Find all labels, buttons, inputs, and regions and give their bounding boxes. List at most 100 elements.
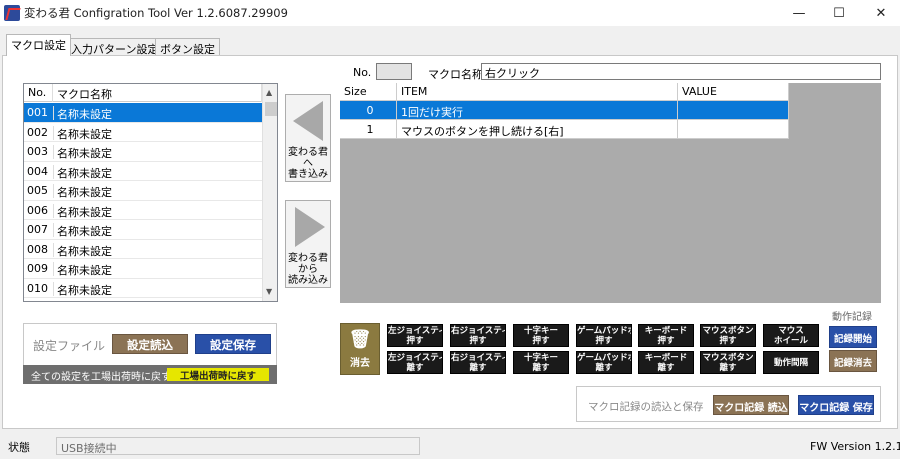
- list-item-no: 009: [27, 262, 48, 275]
- macro-no-field: [376, 63, 412, 80]
- header-no[interactable]: No.: [24, 84, 53, 102]
- action-button-line1: キーボード: [644, 353, 688, 363]
- action-button-line1: 動作間隔: [773, 358, 808, 368]
- save-settings-button[interactable]: 設定保存: [195, 334, 271, 354]
- action-button-line2: 離す: [532, 363, 550, 373]
- arrow-right-icon: [295, 207, 325, 247]
- list-item-name: 名称未設定: [53, 125, 112, 141]
- tab-button-settings[interactable]: ボタン設定: [155, 38, 220, 56]
- grid-header-item[interactable]: ITEM: [397, 83, 678, 101]
- write-label-3: 書き込み: [288, 169, 328, 180]
- action-button-row1-2[interactable]: 十字キー 押す: [513, 324, 569, 347]
- action-button-row1-1[interactable]: 右ジョイスティック押す: [450, 324, 506, 347]
- list-item[interactable]: 009 名称未設定: [24, 259, 262, 279]
- action-record-label: 動作記録: [832, 312, 872, 323]
- action-button-line1: 左ジョイスティック: [388, 353, 442, 363]
- action-button-row2-3[interactable]: ゲームパッドボタン離す: [576, 351, 632, 374]
- action-button-row2-0[interactable]: 左ジョイスティック離す: [387, 351, 443, 374]
- read-from-device-button[interactable]: 変わる君 から 読み込み: [285, 200, 331, 288]
- list-item-no: 008: [27, 242, 48, 256]
- factory-reset-button[interactable]: 工場出荷時に戻す: [167, 368, 269, 382]
- action-button-line1: 左ジョイスティック: [388, 326, 442, 336]
- action-button-row1-0[interactable]: 左ジョイスティック押す: [387, 324, 443, 347]
- action-button-line1: マウス: [778, 326, 804, 336]
- maximize-icon[interactable]: ☐: [816, 0, 862, 26]
- grid-row[interactable]: 1 マウスのボタンを押し続ける[右]: [340, 120, 789, 139]
- list-item[interactable]: 003 名称未設定: [24, 142, 262, 162]
- list-item-no: 005: [27, 184, 48, 197]
- clear-button[interactable]: 🗑 消去: [340, 323, 380, 375]
- action-button-row2-1[interactable]: 右ジョイスティック離す: [450, 351, 506, 374]
- list-scrollbar[interactable]: ▲ ▼: [262, 84, 277, 301]
- action-button-line1: 右ジョイスティック: [451, 326, 505, 336]
- arrow-left-icon: [293, 101, 323, 141]
- grid-row[interactable]: 0 1回だけ実行: [340, 101, 789, 120]
- save-macro-record-button[interactable]: マクロ記録 保存: [798, 395, 874, 415]
- grid-header-size[interactable]: Size: [340, 83, 397, 101]
- list-item[interactable]: 006 名称未設定: [24, 201, 262, 220]
- action-button-line1: 十字キー: [523, 353, 558, 363]
- load-settings-button[interactable]: 設定読込: [112, 334, 188, 354]
- grid-cell-item[interactable]: マウスのボタンを押し続ける[右]: [397, 120, 678, 139]
- action-button-row1-3[interactable]: ゲームパッドボタン押す: [576, 324, 632, 347]
- list-item[interactable]: 011名称未設定: [24, 298, 262, 302]
- action-button-line1: マウスボタン: [702, 326, 754, 336]
- list-item-no: 006: [27, 203, 48, 217]
- list-item[interactable]: 010 名称未設定: [24, 279, 262, 298]
- action-button-line1: キーボード: [644, 326, 688, 336]
- header-macro-name[interactable]: マクロ名称: [53, 84, 262, 102]
- action-button-row2-2[interactable]: 十字キー 離す: [513, 351, 569, 374]
- tab-macro-settings[interactable]: マクロ設定: [6, 34, 71, 56]
- macro-record-panel: マクロ記録の読込と保存 マクロ記録 読込 マクロ記録 保存: [576, 386, 881, 422]
- read-label-2: から: [298, 264, 318, 275]
- scroll-down-icon[interactable]: ▼: [266, 287, 272, 296]
- read-label-1: 変わる君: [288, 253, 328, 264]
- status-field: USB接続中: [56, 437, 420, 455]
- tab-input-pattern[interactable]: 入力パターン設定: [66, 38, 164, 56]
- action-button-line2: 押す: [657, 336, 675, 346]
- action-button-row2-6[interactable]: 動作間隔: [763, 351, 819, 374]
- macro-list[interactable]: No. マクロ名称 001 名称未設定 002 名称未設定 003 名称未設定 004 名称未…: [23, 83, 278, 302]
- close-icon[interactable]: ✕: [858, 0, 900, 26]
- list-item[interactable]: 004 名称未設定: [24, 162, 262, 181]
- scroll-up-icon[interactable]: ▲: [266, 88, 272, 97]
- record-start-button[interactable]: 記録開始: [829, 326, 877, 348]
- grid-header-value[interactable]: VALUE: [678, 83, 789, 101]
- list-item[interactable]: 008 名称未設定: [24, 240, 262, 259]
- write-label-2: へ: [303, 158, 313, 169]
- action-button-row2-4[interactable]: キーボード 離す: [638, 351, 694, 374]
- title-bar: 変わる君 Configration Tool Ver 1.2.6087.2990…: [0, 0, 900, 26]
- grid-cell-size[interactable]: 0: [340, 101, 397, 120]
- action-button-row1-6[interactable]: マウス ホイール: [763, 324, 819, 347]
- list-item-name: 名称未設定: [53, 145, 112, 160]
- record-clear-button[interactable]: 記録消去: [829, 350, 877, 372]
- list-item[interactable]: 007 名称未設定: [24, 220, 262, 240]
- write-to-device-button[interactable]: 変わる君 へ 書き込み: [285, 94, 331, 182]
- action-button-line2: 離す: [719, 363, 737, 373]
- list-item-name: 名称未設定: [53, 242, 112, 258]
- fw-version: FW Version 1.2.1: [810, 440, 900, 453]
- list-item[interactable]: 005 名称未設定: [24, 181, 262, 201]
- grid-cell-item[interactable]: 1回だけ実行: [397, 101, 678, 120]
- write-label-1: 変わる君: [288, 147, 328, 158]
- list-item[interactable]: 002 名称未設定: [24, 123, 262, 142]
- macro-name-input[interactable]: 右クリック: [481, 63, 881, 80]
- grid-cell-value[interactable]: [678, 120, 789, 139]
- action-button-row1-4[interactable]: キーボード 押す: [638, 324, 694, 347]
- action-button-line2: 離す: [406, 363, 424, 373]
- action-button-line2: 押す: [532, 336, 550, 346]
- clear-label: 消去: [350, 358, 370, 369]
- scroll-thumb[interactable]: [265, 102, 277, 116]
- status-label: 状態: [8, 441, 30, 454]
- list-item-name: 名称未設定: [53, 203, 112, 219]
- grid-cell-size[interactable]: 1: [340, 120, 397, 139]
- load-macro-record-button[interactable]: マクロ記録 読込: [713, 395, 789, 415]
- list-item-name: 名称未設定: [53, 301, 112, 302]
- macro-steps-grid[interactable]: Size ITEM VALUE 0 1回だけ実行 1 マウスのボタンを押し続ける[右]: [340, 83, 881, 303]
- action-button-row2-5[interactable]: マウスボタン 離す: [700, 351, 756, 374]
- list-item-no: 002: [27, 125, 48, 139]
- action-button-line2: 押す: [469, 336, 487, 346]
- action-button-row1-5[interactable]: マウスボタン 押す: [700, 324, 756, 347]
- list-item[interactable]: 001 名称未設定: [24, 103, 262, 123]
- grid-cell-value[interactable]: [678, 101, 789, 120]
